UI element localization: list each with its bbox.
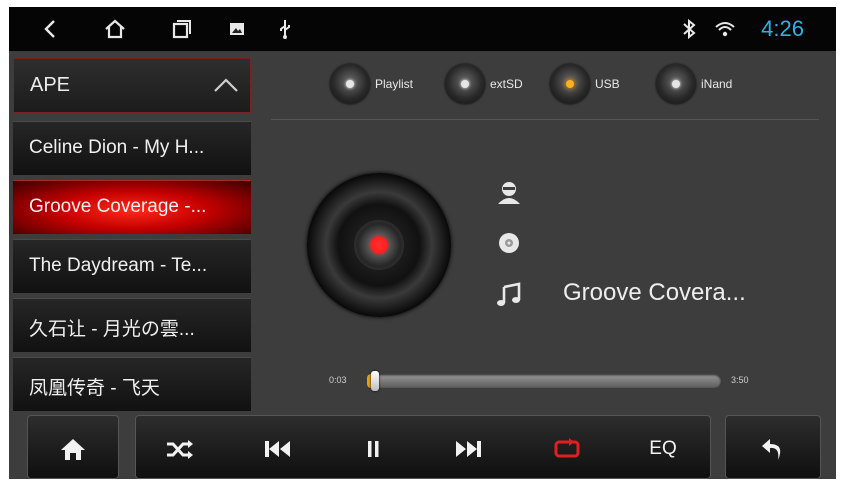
eq-button[interactable]: EQ [643, 427, 683, 471]
playback-controls [135, 415, 711, 479]
status-bar: 4:26 [9, 7, 836, 51]
source-playlist[interactable]: Playlist [330, 64, 413, 104]
album-icon [495, 229, 523, 257]
source-label: extSD [490, 77, 523, 91]
home-icon[interactable] [101, 15, 129, 43]
recent-apps-icon[interactable] [167, 15, 195, 43]
clock: 4:26 [761, 16, 804, 41]
track-label: 久石让 - 月光の雲... [29, 319, 195, 340]
pause-icon[interactable] [353, 427, 393, 471]
disc-icon [307, 173, 451, 317]
source-extsd[interactable]: extSD [445, 64, 523, 104]
total-time: 3:50 [731, 375, 749, 385]
music-note-icon [495, 281, 523, 309]
progress-thumb[interactable] [371, 371, 379, 391]
artist-icon [495, 179, 523, 207]
list-item[interactable]: 久石让 - 月光の雲... [13, 298, 251, 352]
elapsed-time: 0:03 [329, 375, 347, 385]
divider [271, 119, 819, 120]
track-label: The Daydream - Te... [29, 255, 208, 276]
list-item[interactable]: Celine Dion - My H... [13, 121, 251, 175]
usb-icon [271, 15, 299, 43]
bluetooth-icon [675, 15, 703, 43]
home-icon[interactable] [53, 427, 93, 471]
progress-bar[interactable] [367, 371, 721, 391]
list-item-active[interactable]: Groove Coverage -... [13, 180, 251, 234]
disc-center [354, 220, 404, 270]
track-label: Groove Coverage -... [29, 196, 207, 217]
source-knob-icon [445, 64, 485, 104]
source-label: iNand [701, 77, 733, 91]
source-knob-active-icon [550, 64, 590, 104]
next-icon[interactable] [449, 427, 489, 471]
shuffle-icon[interactable] [159, 427, 199, 471]
back-icon[interactable] [37, 15, 65, 43]
repeat-icon[interactable] [547, 427, 587, 471]
source-knob-icon [330, 64, 370, 104]
return-icon[interactable] [753, 427, 793, 471]
list-header-label: APE [30, 74, 71, 96]
eq-label: EQ [649, 438, 677, 459]
list-item[interactable]: 凤凰传奇 - 飞天 [13, 357, 251, 411]
chevron-up-icon[interactable] [212, 73, 240, 97]
source-label: Playlist [375, 77, 414, 91]
source-knob-icon [656, 64, 696, 104]
list-item[interactable]: The Daydream - Te... [13, 239, 251, 293]
car-music-player: 4:26 APE Celine Dion - My H... Groove Co… [9, 7, 836, 479]
track-label: Celine Dion - My H... [29, 137, 205, 158]
source-selector: Playlist extSD USB iNand [269, 59, 829, 117]
image-icon [223, 15, 251, 43]
list-header[interactable]: APE [13, 58, 251, 113]
song-title: Groove Covera... [563, 279, 746, 306]
source-label: USB [595, 77, 620, 91]
source-usb[interactable]: USB [550, 64, 620, 104]
source-inand[interactable]: iNand [656, 64, 732, 104]
wifi-icon [711, 15, 739, 43]
track-label: 凤凰传奇 - 飞天 [29, 378, 160, 399]
previous-icon[interactable] [257, 427, 297, 471]
